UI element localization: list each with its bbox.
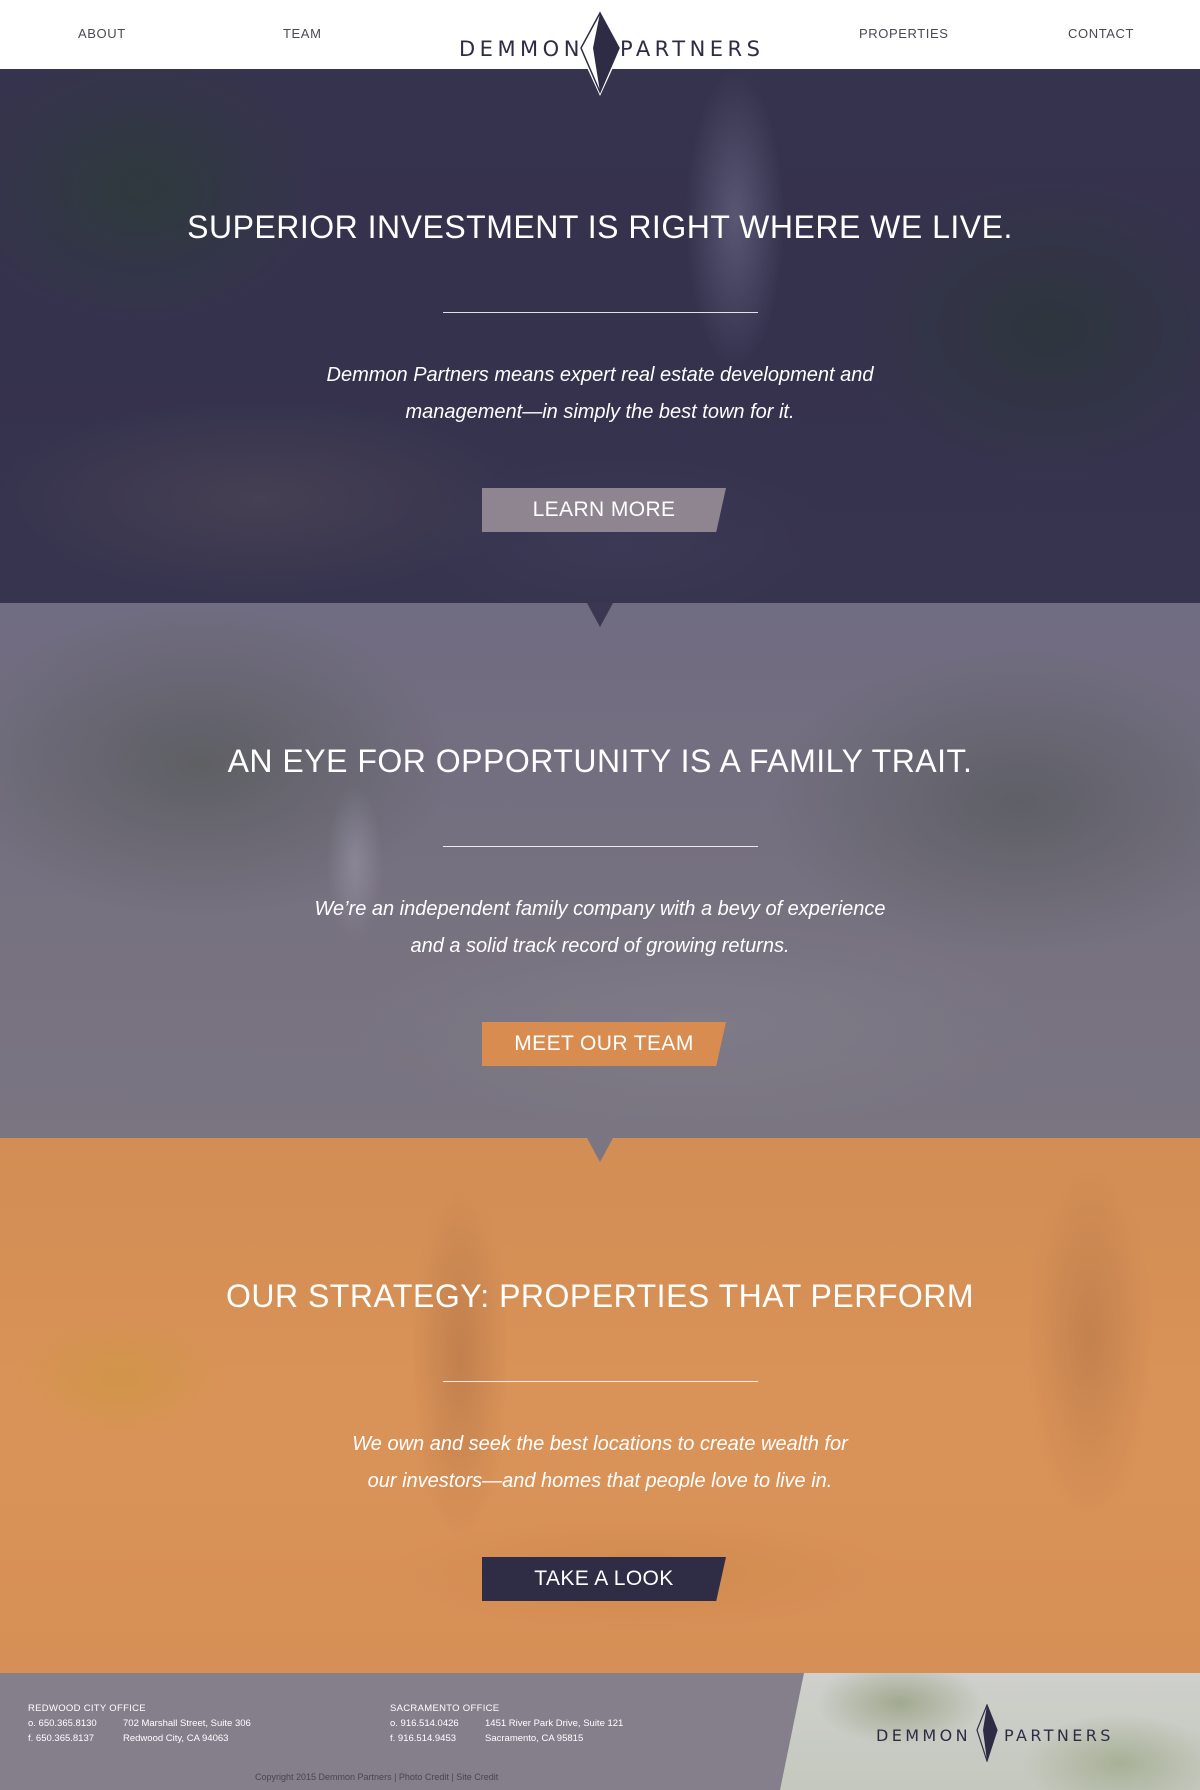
hero-section-strategy: OUR STRATEGY: PROPERTIES THAT PERFORM We… — [0, 1138, 1200, 1673]
section-arrow-notch — [587, 603, 613, 627]
office-fax: f. 916.514.9453 — [390, 1733, 457, 1744]
office-fax: f. 650.365.8137 — [28, 1733, 95, 1744]
nav-link-contact[interactable]: CONTACT — [1068, 26, 1134, 41]
divider — [443, 312, 758, 313]
section-description: We’re an independent family company with… — [314, 898, 886, 957]
nav-link-properties[interactable]: PROPERTIES — [859, 26, 949, 41]
diamond-logo-icon[interactable] — [578, 10, 622, 96]
divider — [443, 1381, 758, 1382]
office-address-line2: Sacramento, CA 95815 — [485, 1733, 584, 1744]
section-description: We own and seek the best locations to cr… — [352, 1433, 848, 1492]
diamond-logo-icon — [976, 1704, 998, 1762]
section-headline: OUR STRATEGY: PROPERTIES THAT PERFORM — [225, 1278, 975, 1314]
copyright-text[interactable]: Copyright 2015 Demmon Partners | Photo C… — [255, 1772, 498, 1782]
section-description: Demmon Partners means expert real estate… — [326, 364, 874, 423]
divider — [443, 846, 758, 847]
office-address-line1: 702 Marshall Street, Suite 306 — [123, 1718, 251, 1729]
footer-logo-text-right: PARTNERS — [1004, 1726, 1114, 1745]
hero-section-family: AN EYE FOR OPPORTUNITY IS A FAMILY TRAIT… — [0, 603, 1200, 1138]
take-a-look-button[interactable]: TAKE A LOOK — [482, 1557, 726, 1601]
office-address-line1: 1451 River Park Drive, Suite 121 — [485, 1718, 624, 1729]
footer-logo-text-left: DEMMON — [876, 1726, 972, 1745]
nav-link-about[interactable]: ABOUT — [78, 26, 126, 41]
office-sacramento: SACRAMENTO OFFICE o. 916.514.0426 1451 Ri… — [390, 1701, 623, 1746]
footer-logo[interactable]: DEMMON PARTNERS — [876, 1704, 1126, 1764]
nav-link-team[interactable]: TEAM — [283, 26, 322, 41]
office-redwood-city: REDWOOD CITY OFFICE o. 650.365.8130 702 M… — [28, 1701, 251, 1746]
hero-section-investment: SUPERIOR INVESTMENT IS RIGHT WHERE WE LI… — [0, 69, 1200, 603]
office-phone[interactable]: o. 650.365.8130 — [28, 1716, 123, 1731]
office-phone[interactable]: o. 916.514.0426 — [390, 1716, 485, 1731]
office-title: SACRAMENTO OFFICE — [390, 1703, 500, 1714]
section-headline: SUPERIOR INVESTMENT IS RIGHT WHERE WE LI… — [187, 209, 1013, 245]
office-address-line2: Redwood City, CA 94063 — [123, 1733, 229, 1744]
section-arrow-notch — [587, 1138, 613, 1162]
meet-our-team-button[interactable]: MEET OUR TEAM — [482, 1022, 726, 1066]
section-headline: AN EYE FOR OPPORTUNITY IS A FAMILY TRAIT… — [227, 743, 973, 779]
learn-more-button[interactable]: LEARN MORE — [482, 488, 726, 532]
office-title: REDWOOD CITY OFFICE — [28, 1703, 146, 1714]
